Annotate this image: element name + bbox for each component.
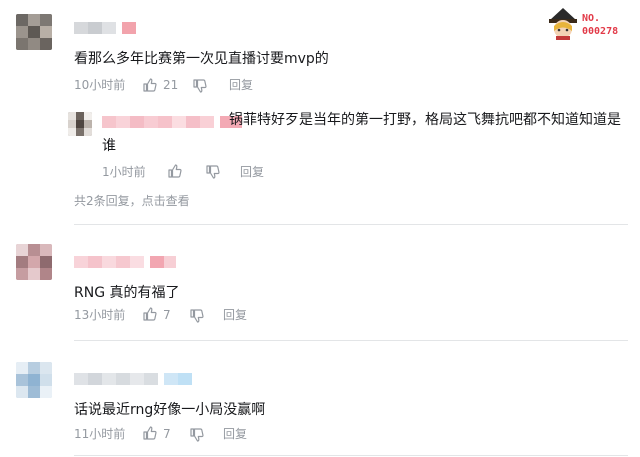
thumb-up-icon[interactable] — [167, 163, 183, 179]
fan-badge: NO. 000278 — [546, 6, 632, 46]
reply-button[interactable]: 回复 — [223, 307, 247, 323]
comment-time: 11小时前 — [74, 427, 126, 441]
thumb-up-icon[interactable] — [142, 77, 158, 93]
reply-username-redacted[interactable] — [102, 116, 242, 128]
username-redacted[interactable] — [74, 22, 136, 34]
avatar[interactable] — [16, 244, 52, 280]
reply-time: 1小时前 — [102, 165, 146, 179]
comment-time: 13小时前 — [74, 308, 126, 322]
username-redacted[interactable] — [74, 373, 192, 385]
reply-text-line1: 锅菲特好歹是当年的第一打野，格局这飞舞抗吧都不知道知道是 — [229, 112, 621, 128]
thumb-down-icon[interactable] — [205, 164, 221, 180]
like-count: 7 — [163, 427, 171, 441]
thumb-up-icon[interactable] — [142, 425, 158, 441]
reply-button[interactable]: 回复 — [229, 77, 253, 93]
reply-button[interactable]: 回复 — [240, 164, 264, 180]
badge-number: 000278 — [582, 26, 619, 37]
view-replies-link[interactable]: 共2条回复，点击查看 — [74, 193, 190, 209]
divider — [74, 340, 628, 341]
divider — [74, 455, 628, 456]
thumb-down-icon[interactable] — [192, 78, 208, 94]
thumb-down-icon[interactable] — [189, 308, 205, 324]
like-count: 7 — [163, 308, 171, 322]
reply-text-line2: 谁 — [102, 138, 116, 154]
badge-character-icon — [549, 8, 577, 40]
avatar[interactable] — [16, 14, 52, 50]
comment-text: 话说最近rng好像一小局没赢啊 — [74, 402, 266, 418]
divider — [74, 224, 628, 225]
thumb-down-icon[interactable] — [189, 427, 205, 443]
thumb-up-icon[interactable] — [142, 306, 158, 322]
reply-button[interactable]: 回复 — [223, 426, 247, 442]
comment-text: 看那么多年比赛第一次见直播讨要mvp的 — [74, 51, 329, 67]
like-count: 21 — [163, 78, 179, 92]
comment-text: RNG 真的有福了 — [74, 285, 180, 301]
avatar[interactable] — [16, 362, 52, 398]
reply-avatar[interactable] — [68, 112, 92, 136]
username-redacted[interactable] — [74, 256, 176, 268]
badge-prefix: NO. — [582, 13, 601, 24]
comment-time: 10小时前 — [74, 78, 126, 92]
